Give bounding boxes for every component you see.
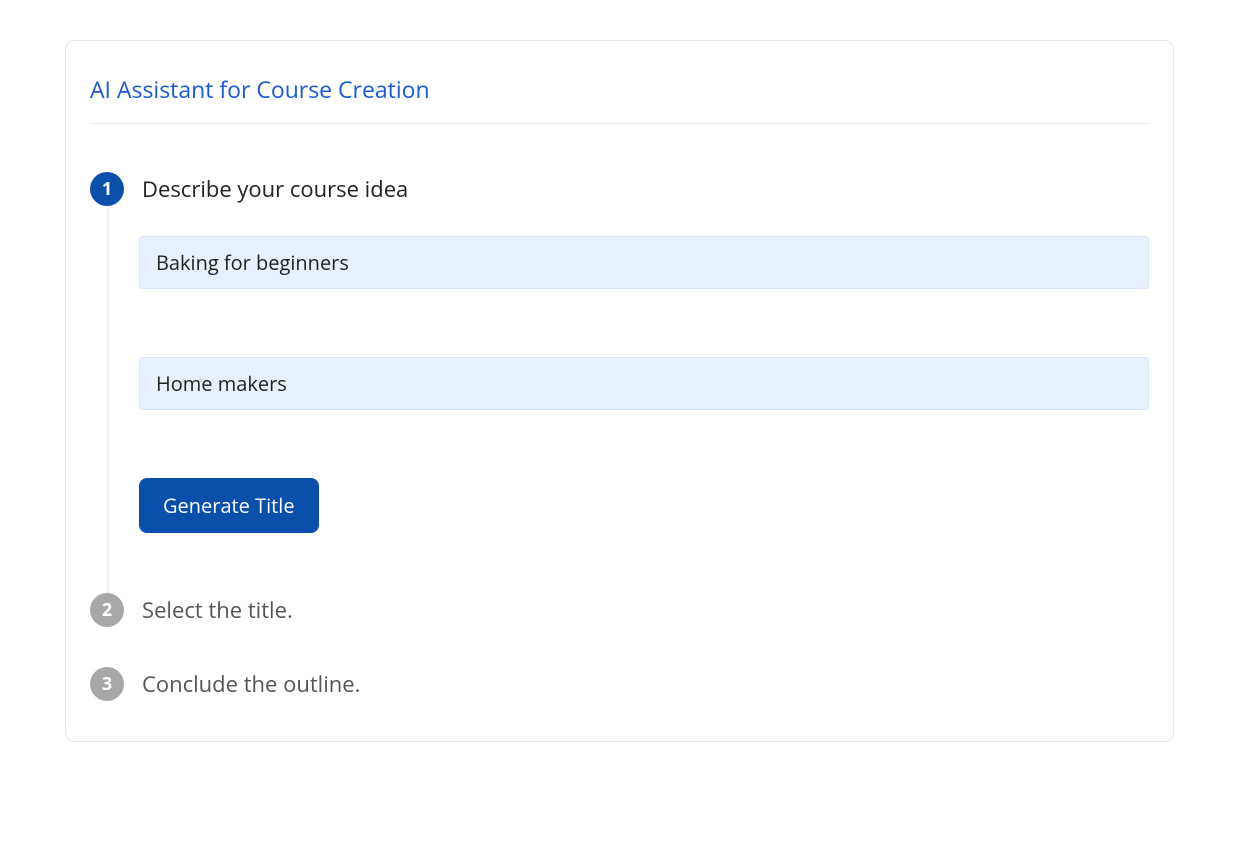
step-1-badge: 1 — [90, 172, 124, 206]
step-1-label: Describe your course idea — [142, 172, 408, 206]
ai-assistant-card: AI Assistant for Course Creation 1 Descr… — [65, 40, 1174, 742]
step-2: 2 Select the title. — [90, 593, 1149, 627]
step-1-body: Generate Title — [107, 206, 1149, 593]
generate-title-button[interactable]: Generate Title — [139, 478, 319, 533]
course-idea-input[interactable] — [139, 236, 1149, 289]
step-3: 3 Conclude the outline. — [90, 667, 1149, 701]
step-2-label: Select the title. — [142, 593, 293, 627]
card-title: AI Assistant for Course Creation — [90, 73, 1149, 124]
step-3-label: Conclude the outline. — [142, 667, 360, 701]
step-2-badge: 2 — [90, 593, 124, 627]
audience-field-wrapper — [139, 357, 1149, 410]
audience-input[interactable] — [139, 357, 1149, 410]
step-3-badge: 3 — [90, 667, 124, 701]
course-idea-field-wrapper — [139, 236, 1149, 289]
step-1: 1 Describe your course idea — [90, 172, 1149, 206]
